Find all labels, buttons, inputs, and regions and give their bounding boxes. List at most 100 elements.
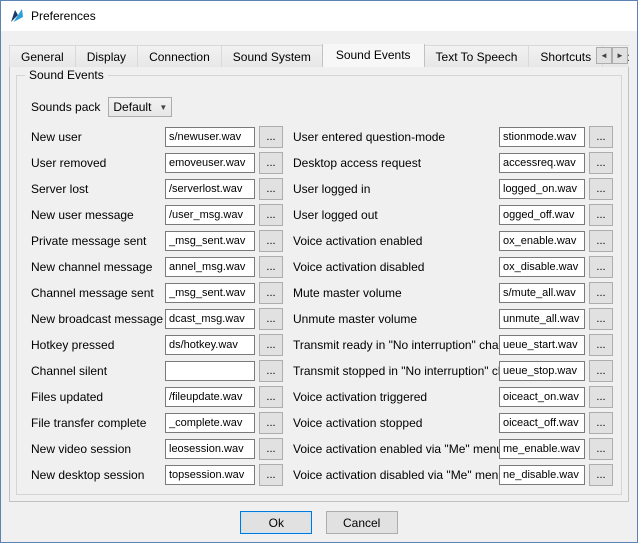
sound-file-input[interactable] xyxy=(499,387,585,407)
sound-file-input[interactable] xyxy=(499,361,585,381)
browse-button[interactable]: ... xyxy=(259,334,283,356)
sound-event-row: Voice activation disabled... xyxy=(293,254,613,280)
sound-file-input[interactable] xyxy=(165,257,255,277)
sound-event-label: Unmute master volume xyxy=(293,312,499,326)
sound-file-input[interactable] xyxy=(165,361,255,381)
sound-file-input[interactable] xyxy=(499,439,585,459)
browse-button[interactable]: ... xyxy=(259,464,283,486)
sound-file-input[interactable] xyxy=(165,465,255,485)
sound-event-row: Transmit ready in "No interruption" chan… xyxy=(293,332,613,358)
sound-file-input[interactable] xyxy=(499,179,585,199)
sound-file-input[interactable] xyxy=(165,413,255,433)
sound-event-row: New desktop session... xyxy=(31,462,283,488)
tab-connection[interactable]: Connection xyxy=(137,45,222,67)
browse-button[interactable]: ... xyxy=(589,386,613,408)
tab-general[interactable]: General xyxy=(9,45,76,67)
sound-events-column-right: User entered question-mode...Desktop acc… xyxy=(293,124,613,488)
sound-event-row: Voice activation stopped... xyxy=(293,410,613,436)
sounds-pack-label: Sounds pack xyxy=(31,100,100,114)
sound-event-label: Files updated xyxy=(31,390,165,404)
sound-event-label: Voice activation triggered xyxy=(293,390,499,404)
cancel-button[interactable]: Cancel xyxy=(326,511,398,534)
sound-event-label: Voice activation disabled via "Me" menu xyxy=(293,468,499,482)
sound-event-label: Transmit stopped in "No interruption" ch… xyxy=(293,364,499,378)
sound-file-input[interactable] xyxy=(165,335,255,355)
browse-button[interactable]: ... xyxy=(259,152,283,174)
sound-file-input[interactable] xyxy=(165,387,255,407)
sound-event-row: Files updated... xyxy=(31,384,283,410)
sound-file-input[interactable] xyxy=(499,205,585,225)
browse-button[interactable]: ... xyxy=(589,308,613,330)
sound-file-input[interactable] xyxy=(499,257,585,277)
browse-button[interactable]: ... xyxy=(259,230,283,252)
browse-button[interactable]: ... xyxy=(589,230,613,252)
sound-event-label: Voice activation enabled xyxy=(293,234,499,248)
browse-button[interactable]: ... xyxy=(259,178,283,200)
sounds-pack-select[interactable]: Default ▼ xyxy=(108,97,172,117)
sound-file-input[interactable] xyxy=(499,231,585,251)
browse-button[interactable]: ... xyxy=(589,256,613,278)
browse-button[interactable]: ... xyxy=(589,178,613,200)
sound-file-input[interactable] xyxy=(165,439,255,459)
sounds-pack-row: Sounds pack Default ▼ xyxy=(31,96,172,118)
tab-display[interactable]: Display xyxy=(75,45,138,67)
sound-event-row: Hotkey pressed... xyxy=(31,332,283,358)
browse-button[interactable]: ... xyxy=(259,360,283,382)
sound-file-input[interactable] xyxy=(165,231,255,251)
tab-shortcuts[interactable]: Shortcuts xyxy=(528,45,603,67)
tab-text-to-speech[interactable]: Text To Speech xyxy=(424,45,530,67)
sound-file-input[interactable] xyxy=(499,465,585,485)
sound-event-label: Voice activation enabled via "Me" menu xyxy=(293,442,499,456)
browse-button[interactable]: ... xyxy=(589,438,613,460)
browse-button[interactable]: ... xyxy=(259,282,283,304)
browse-button[interactable]: ... xyxy=(589,360,613,382)
sound-file-input[interactable] xyxy=(165,205,255,225)
browse-button[interactable]: ... xyxy=(589,334,613,356)
sound-file-input[interactable] xyxy=(499,153,585,173)
sound-file-input[interactable] xyxy=(165,153,255,173)
browse-button[interactable]: ... xyxy=(259,126,283,148)
sound-event-label: Mute master volume xyxy=(293,286,499,300)
sound-file-input[interactable] xyxy=(499,413,585,433)
sound-file-input[interactable] xyxy=(165,127,255,147)
sound-event-row: Desktop access request... xyxy=(293,150,613,176)
sound-event-label: User logged in xyxy=(293,182,499,196)
sound-file-input[interactable] xyxy=(165,309,255,329)
tab-sound-system[interactable]: Sound System xyxy=(221,45,323,67)
tab-pane: Sound Events Sounds pack Default ▼ New u… xyxy=(9,66,629,502)
group-title: Sound Events xyxy=(25,68,108,82)
sound-file-input[interactable] xyxy=(499,309,585,329)
browse-button[interactable]: ... xyxy=(589,412,613,434)
sound-file-input[interactable] xyxy=(499,127,585,147)
browse-button[interactable]: ... xyxy=(259,308,283,330)
sound-event-row: Voice activation disabled via "Me" menu.… xyxy=(293,462,613,488)
browse-button[interactable]: ... xyxy=(589,126,613,148)
sound-event-row: New broadcast message... xyxy=(31,306,283,332)
tab-sound-events[interactable]: Sound Events xyxy=(322,44,425,67)
tab-scroll-left-icon[interactable]: ◄ xyxy=(596,47,612,64)
browse-button[interactable]: ... xyxy=(259,256,283,278)
sound-event-label: File transfer complete xyxy=(31,416,165,430)
sound-event-label: Server lost xyxy=(31,182,165,196)
sound-file-input[interactable] xyxy=(165,283,255,303)
sound-event-label: Voice activation disabled xyxy=(293,260,499,274)
sound-file-input[interactable] xyxy=(165,179,255,199)
browse-button[interactable]: ... xyxy=(589,204,613,226)
ok-button[interactable]: Ok xyxy=(240,511,312,534)
browse-button[interactable]: ... xyxy=(259,204,283,226)
tab-bar: GeneralDisplayConnectionSound SystemSoun… xyxy=(9,44,629,67)
browse-button[interactable]: ... xyxy=(259,412,283,434)
app-icon xyxy=(9,8,25,24)
tab-scroll-right-icon[interactable]: ► xyxy=(612,47,628,64)
browse-button[interactable]: ... xyxy=(589,464,613,486)
browse-button[interactable]: ... xyxy=(589,152,613,174)
sound-event-row: Mute master volume... xyxy=(293,280,613,306)
browse-button[interactable]: ... xyxy=(259,386,283,408)
sound-event-label: Channel silent xyxy=(31,364,165,378)
browse-button[interactable]: ... xyxy=(589,282,613,304)
sound-file-input[interactable] xyxy=(499,335,585,355)
tab-scroll: ◄ ► xyxy=(596,47,628,64)
browse-button[interactable]: ... xyxy=(259,438,283,460)
sound-file-input[interactable] xyxy=(499,283,585,303)
sound-event-label: Transmit ready in "No interruption" chan… xyxy=(293,338,499,352)
